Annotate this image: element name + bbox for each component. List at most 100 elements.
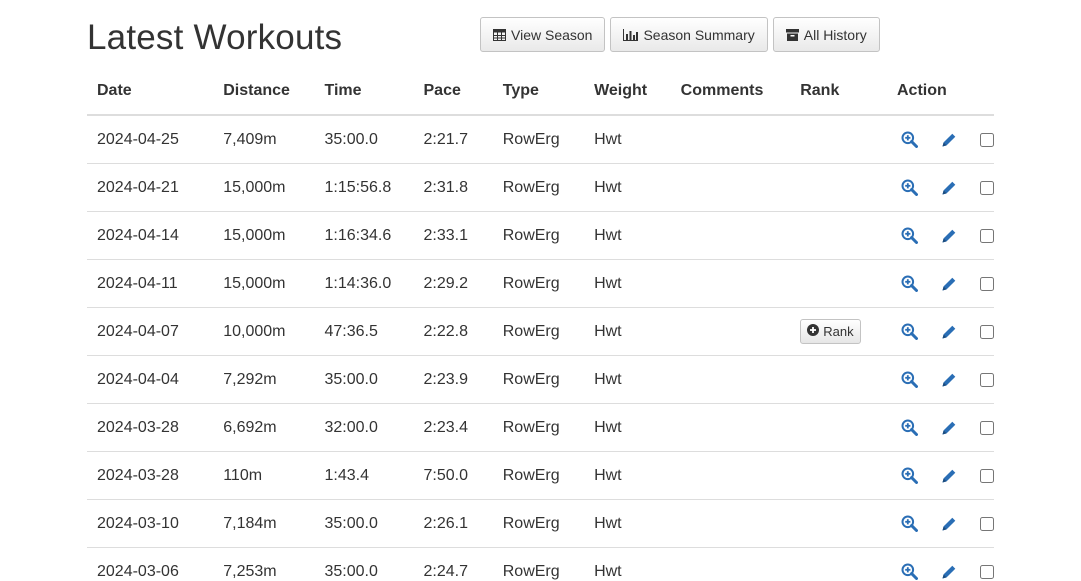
cell-time: 1:43.4 bbox=[314, 451, 414, 500]
pencil-icon[interactable] bbox=[939, 418, 959, 438]
cell-type: RowErg bbox=[492, 307, 585, 356]
row-select-checkbox[interactable] bbox=[980, 276, 994, 291]
cell-pace: 2:33.1 bbox=[413, 211, 493, 260]
header-date[interactable]: Date bbox=[87, 68, 214, 116]
cell-type: RowErg bbox=[492, 403, 585, 452]
cell-type: RowErg bbox=[492, 115, 585, 164]
pencil-icon[interactable] bbox=[939, 466, 959, 486]
table-row: 2024-04-11 15,000m 1:14:36.0 2:29.2 RowE… bbox=[87, 259, 994, 308]
zoom-in-icon[interactable] bbox=[899, 370, 919, 390]
cell-distance: 7,409m bbox=[213, 115, 315, 164]
season-summary-label: Season Summary bbox=[643, 26, 755, 43]
zoom-in-icon[interactable] bbox=[899, 274, 919, 294]
pencil-icon[interactable] bbox=[939, 178, 959, 198]
cell-pace: 2:22.8 bbox=[413, 307, 493, 356]
cell-pace: 2:23.9 bbox=[413, 355, 493, 404]
cell-date: 2024-04-25 bbox=[87, 115, 214, 164]
rank-button-label: Rank bbox=[823, 324, 854, 339]
cell-action bbox=[887, 451, 994, 500]
pencil-icon[interactable] bbox=[939, 514, 959, 534]
cell-weight: Hwt bbox=[584, 451, 671, 500]
workouts-table: Date Distance Time Pace Type Weight Comm… bbox=[87, 68, 994, 581]
table-row: 2024-03-06 7,253m 35:00.0 2:24.7 RowErg … bbox=[87, 547, 994, 581]
row-select-checkbox[interactable] bbox=[980, 516, 994, 531]
row-select-checkbox[interactable] bbox=[980, 468, 994, 483]
row-select-checkbox[interactable] bbox=[980, 228, 994, 243]
cell-rank bbox=[790, 547, 887, 581]
action-group bbox=[897, 466, 994, 486]
pencil-icon[interactable] bbox=[939, 370, 959, 390]
cell-time: 35:00.0 bbox=[314, 355, 414, 404]
cell-distance: 110m bbox=[213, 451, 315, 500]
cell-comments bbox=[670, 547, 791, 581]
plus-circle-icon bbox=[807, 324, 820, 339]
cell-distance: 7,184m bbox=[213, 499, 315, 548]
pencil-icon[interactable] bbox=[939, 274, 959, 294]
pencil-icon[interactable] bbox=[939, 130, 959, 150]
cell-rank: Rank bbox=[790, 307, 887, 356]
archive-icon bbox=[785, 28, 799, 41]
header-distance[interactable]: Distance bbox=[213, 68, 315, 116]
cell-rank bbox=[790, 499, 887, 548]
zoom-in-icon[interactable] bbox=[899, 130, 919, 150]
rank-button[interactable]: Rank bbox=[800, 319, 861, 344]
zoom-in-icon[interactable] bbox=[899, 514, 919, 534]
table-row: 2024-04-21 15,000m 1:15:56.8 2:31.8 RowE… bbox=[87, 163, 994, 212]
cell-type: RowErg bbox=[492, 211, 585, 260]
header-type[interactable]: Type bbox=[492, 68, 585, 116]
table-icon bbox=[493, 28, 506, 41]
zoom-in-icon[interactable] bbox=[899, 178, 919, 198]
action-group bbox=[897, 226, 994, 246]
view-season-label: View Season bbox=[511, 26, 593, 43]
table-row: 2024-03-28 6,692m 32:00.0 2:23.4 RowErg … bbox=[87, 403, 994, 452]
cell-action bbox=[887, 211, 994, 260]
header-rank[interactable]: Rank bbox=[790, 68, 887, 116]
all-history-button[interactable]: All History bbox=[772, 17, 880, 52]
cell-action bbox=[887, 499, 994, 548]
row-select-checkbox[interactable] bbox=[980, 324, 994, 339]
table-row: 2024-04-14 15,000m 1:16:34.6 2:33.1 RowE… bbox=[87, 211, 994, 260]
cell-action bbox=[887, 547, 994, 581]
pencil-icon[interactable] bbox=[939, 226, 959, 246]
table-row: 2024-04-25 7,409m 35:00.0 2:21.7 RowErg … bbox=[87, 115, 994, 164]
cell-time: 1:15:56.8 bbox=[314, 163, 414, 212]
zoom-in-icon[interactable] bbox=[899, 418, 919, 438]
pencil-icon[interactable] bbox=[939, 322, 959, 342]
cell-type: RowErg bbox=[492, 163, 585, 212]
action-group bbox=[897, 562, 994, 581]
row-select-checkbox[interactable] bbox=[980, 564, 994, 579]
row-select-checkbox[interactable] bbox=[980, 420, 994, 435]
cell-type: RowErg bbox=[492, 259, 585, 308]
header-time[interactable]: Time bbox=[314, 68, 414, 116]
zoom-in-icon[interactable] bbox=[899, 322, 919, 342]
action-group bbox=[897, 178, 994, 198]
header-weight[interactable]: Weight bbox=[584, 68, 671, 116]
cell-rank bbox=[790, 163, 887, 212]
cell-pace: 2:23.4 bbox=[413, 403, 493, 452]
view-season-button[interactable]: View Season bbox=[480, 17, 606, 52]
cell-weight: Hwt bbox=[584, 307, 671, 356]
cell-date: 2024-04-11 bbox=[87, 259, 214, 308]
zoom-in-icon[interactable] bbox=[899, 562, 919, 581]
row-select-checkbox[interactable] bbox=[980, 180, 994, 195]
season-summary-button[interactable]: Season Summary bbox=[610, 17, 768, 52]
action-group bbox=[897, 370, 994, 390]
header-pace[interactable]: Pace bbox=[413, 68, 493, 116]
cell-rank bbox=[790, 115, 887, 164]
cell-weight: Hwt bbox=[584, 259, 671, 308]
row-select-checkbox[interactable] bbox=[980, 372, 994, 387]
zoom-in-icon[interactable] bbox=[899, 466, 919, 486]
zoom-in-icon[interactable] bbox=[899, 226, 919, 246]
cell-action bbox=[887, 355, 994, 404]
action-group bbox=[897, 322, 994, 342]
cell-time: 1:16:34.6 bbox=[314, 211, 414, 260]
cell-time: 32:00.0 bbox=[314, 403, 414, 452]
header-comments[interactable]: Comments bbox=[670, 68, 791, 116]
pencil-icon[interactable] bbox=[939, 562, 959, 581]
cell-time: 1:14:36.0 bbox=[314, 259, 414, 308]
cell-time: 35:00.0 bbox=[314, 547, 414, 581]
header-action: Action bbox=[887, 68, 994, 116]
cell-comments bbox=[670, 211, 791, 260]
row-select-checkbox[interactable] bbox=[980, 132, 994, 147]
table-row: 2024-04-04 7,292m 35:00.0 2:23.9 RowErg … bbox=[87, 355, 994, 404]
